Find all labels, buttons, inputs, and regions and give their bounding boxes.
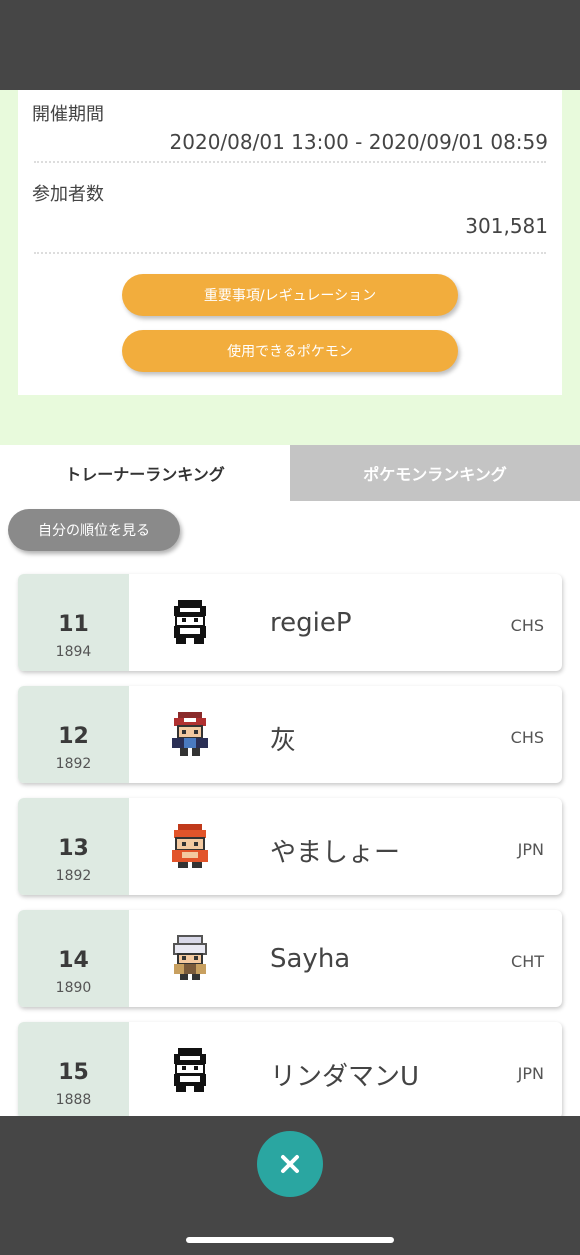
ranking-tabs: トレーナーランキング ポケモンランキング <box>0 445 580 501</box>
rank-number: 13 <box>58 836 89 861</box>
ranking-row[interactable]: 11 1894 regieP CHS <box>18 574 562 671</box>
top-status-bar <box>0 0 580 90</box>
participants-value: 301,581 <box>465 214 548 238</box>
region-code: JPN <box>517 1064 544 1083</box>
rank-cell: 11 1894 <box>18 574 129 671</box>
tab-pokemon-ranking[interactable]: ポケモンランキング <box>290 445 580 501</box>
trainer-name: 灰 <box>270 726 297 756</box>
region-code: JPN <box>517 840 544 859</box>
ranking-row[interactable]: 14 1890 Sayha CHT <box>18 910 562 1007</box>
participants-label: 参加者数 <box>32 184 104 205</box>
event-info-card: 開催期間 2020/08/01 13:00 - 2020/09/01 08:59… <box>18 90 562 395</box>
period-label: 開催期間 <box>32 104 104 125</box>
period-value: 2020/08/01 13:00 - 2020/09/01 08:59 <box>169 130 548 154</box>
rating: 1888 <box>55 1092 92 1108</box>
rating: 1890 <box>55 980 92 996</box>
rank-number: 14 <box>58 948 89 973</box>
view-my-rank-button[interactable]: 自分の順位を見る <box>8 509 180 551</box>
rating: 1892 <box>55 756 92 772</box>
usable-pokemon-button[interactable]: 使用できるポケモン <box>122 330 458 372</box>
trainer-name: Sayha <box>270 944 351 974</box>
tab-trainer-ranking[interactable]: トレーナーランキング <box>0 445 290 501</box>
trainer-name: regieP <box>270 608 352 638</box>
ranking-row[interactable]: 15 1888 リンダマンU JPN <box>18 1022 562 1119</box>
orange-cap-trainer-sprite-icon <box>172 824 208 868</box>
rating: 1894 <box>55 644 92 660</box>
red-cap-trainer-sprite-icon <box>172 712 208 756</box>
rating: 1892 <box>55 868 92 884</box>
close-button[interactable] <box>257 1131 323 1197</box>
rank-cell: 15 1888 <box>18 1022 129 1119</box>
home-indicator[interactable] <box>186 1237 394 1243</box>
rank-cell: 13 1892 <box>18 798 129 895</box>
rank-cell: 12 1892 <box>18 686 129 783</box>
region-code: CHS <box>510 616 544 635</box>
regulations-button[interactable]: 重要事項/レギュレーション <box>122 274 458 316</box>
black-cap-trainer-sprite-icon <box>174 600 206 644</box>
region-code: CHT <box>511 952 544 971</box>
region-code: CHS <box>510 728 544 747</box>
trainer-name: リンダマンU <box>270 1062 420 1092</box>
rank-number: 15 <box>58 1060 89 1085</box>
rank-number: 11 <box>58 612 89 637</box>
close-icon <box>281 1155 299 1173</box>
ranking-row[interactable]: 12 1892 灰 CHS <box>18 686 562 783</box>
trainer-name: やましょー <box>270 838 401 868</box>
rank-cell: 14 1890 <box>18 910 129 1007</box>
rank-number: 12 <box>58 724 89 749</box>
white-hair-trainer-sprite-icon <box>173 935 207 980</box>
ranking-row[interactable]: 13 1892 やましょー JPN <box>18 798 562 895</box>
divider <box>34 252 546 254</box>
black-cap-trainer-sprite-icon <box>174 1048 206 1092</box>
divider <box>34 161 546 163</box>
